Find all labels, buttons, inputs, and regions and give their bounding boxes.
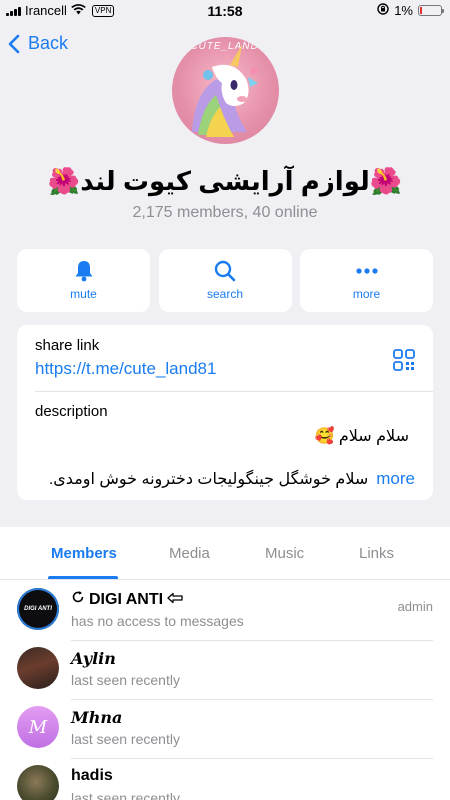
unicorn-logo-image (192, 45, 258, 137)
back-button[interactable]: Back (8, 33, 68, 54)
avatar (17, 765, 59, 800)
chevron-left-icon (8, 34, 20, 53)
description-line-2: سلام خوشگل جینگولیجات دخترونه خوش اومدی.… (48, 471, 369, 488)
more-button[interactable]: more (300, 249, 433, 312)
member-name: hadis (71, 767, 113, 785)
battery-icon (418, 5, 444, 16)
more-label: more (352, 287, 381, 301)
share-link-label: share link (35, 337, 100, 354)
description-label: description (35, 403, 108, 420)
battery-percent: 1% (394, 3, 413, 18)
status-right: 1% (377, 3, 444, 18)
description-line-2-row: سلام خوشگل جینگولیجات دخترونه خوش اومدی.… (35, 469, 415, 489)
media-tabs: Members Media Music Links (0, 527, 450, 579)
orientation-lock-icon (377, 3, 389, 18)
mute-button[interactable]: mute (17, 249, 150, 312)
description-line-1: سلام سلام 🥰 (314, 428, 409, 445)
mute-label: mute (70, 287, 97, 301)
search-icon (214, 260, 236, 282)
arrow-left-icon (167, 591, 183, 609)
avatar: DIGI ANTI (17, 588, 59, 630)
member-name-text: Mhna (71, 708, 123, 727)
member-name-text: Aylin (71, 649, 116, 668)
member-status: last seen recently (71, 790, 180, 800)
member-name: DIGI ANTI (71, 590, 183, 609)
tab-media[interactable]: Media (169, 545, 210, 562)
tab-members[interactable]: Members (51, 545, 117, 562)
member-name: Mhna (71, 708, 122, 727)
member-name-text: DIGI ANTI (89, 590, 164, 608)
avatar-initial: M (28, 716, 48, 738)
qr-code-icon (393, 349, 415, 371)
back-label: Back (28, 33, 69, 53)
members-panel: Members Media Music Links DIGI ANTI DIGI… (0, 527, 450, 800)
group-avatar[interactable]: @CUTE_LAND81 (172, 37, 279, 144)
bell-icon (75, 261, 92, 282)
group-member-count: 2,175 members, 40 online (132, 204, 318, 221)
member-row[interactable]: M Mhna last seen recently (0, 700, 450, 759)
group-info-card: share link https://t.me/cute_land81 desc… (17, 325, 433, 500)
member-row[interactable]: hadis last seen recently (0, 759, 450, 800)
member-status: last seen recently (71, 731, 180, 747)
member-row[interactable]: Aylin last seen recently (0, 641, 450, 700)
member-row[interactable]: DIGI ANTI DIGI ANTI has no access to mes… (0, 582, 450, 641)
info-divider (35, 391, 433, 392)
tab-music[interactable]: Music (265, 545, 304, 562)
member-name-text: hadis (71, 767, 113, 784)
tab-links[interactable]: Links (359, 545, 394, 562)
member-status: has no access to messages (71, 613, 244, 629)
status-bar: Irancell VPN 11:58 1% (0, 0, 450, 22)
tabs-divider (0, 579, 450, 580)
description-more-link[interactable]: more (376, 469, 415, 489)
avatar-logo-text: DIGI ANTI (24, 606, 52, 612)
search-label: search (206, 287, 244, 301)
more-dots-icon (355, 268, 378, 274)
action-buttons: mute search more (17, 249, 433, 312)
member-status: last seen recently (71, 672, 180, 688)
group-title: 🌺لوازم آرایشی کیوت لند🌺 (47, 166, 403, 196)
member-name: Aylin (71, 649, 116, 668)
avatar: M (17, 706, 59, 748)
qr-code-button[interactable] (393, 349, 415, 376)
share-link-url[interactable]: https://t.me/cute_land81 (35, 359, 216, 379)
member-role-badge: admin (397, 599, 433, 614)
refresh-icon (71, 590, 85, 609)
avatar (17, 647, 59, 689)
search-button[interactable]: search (158, 249, 292, 312)
